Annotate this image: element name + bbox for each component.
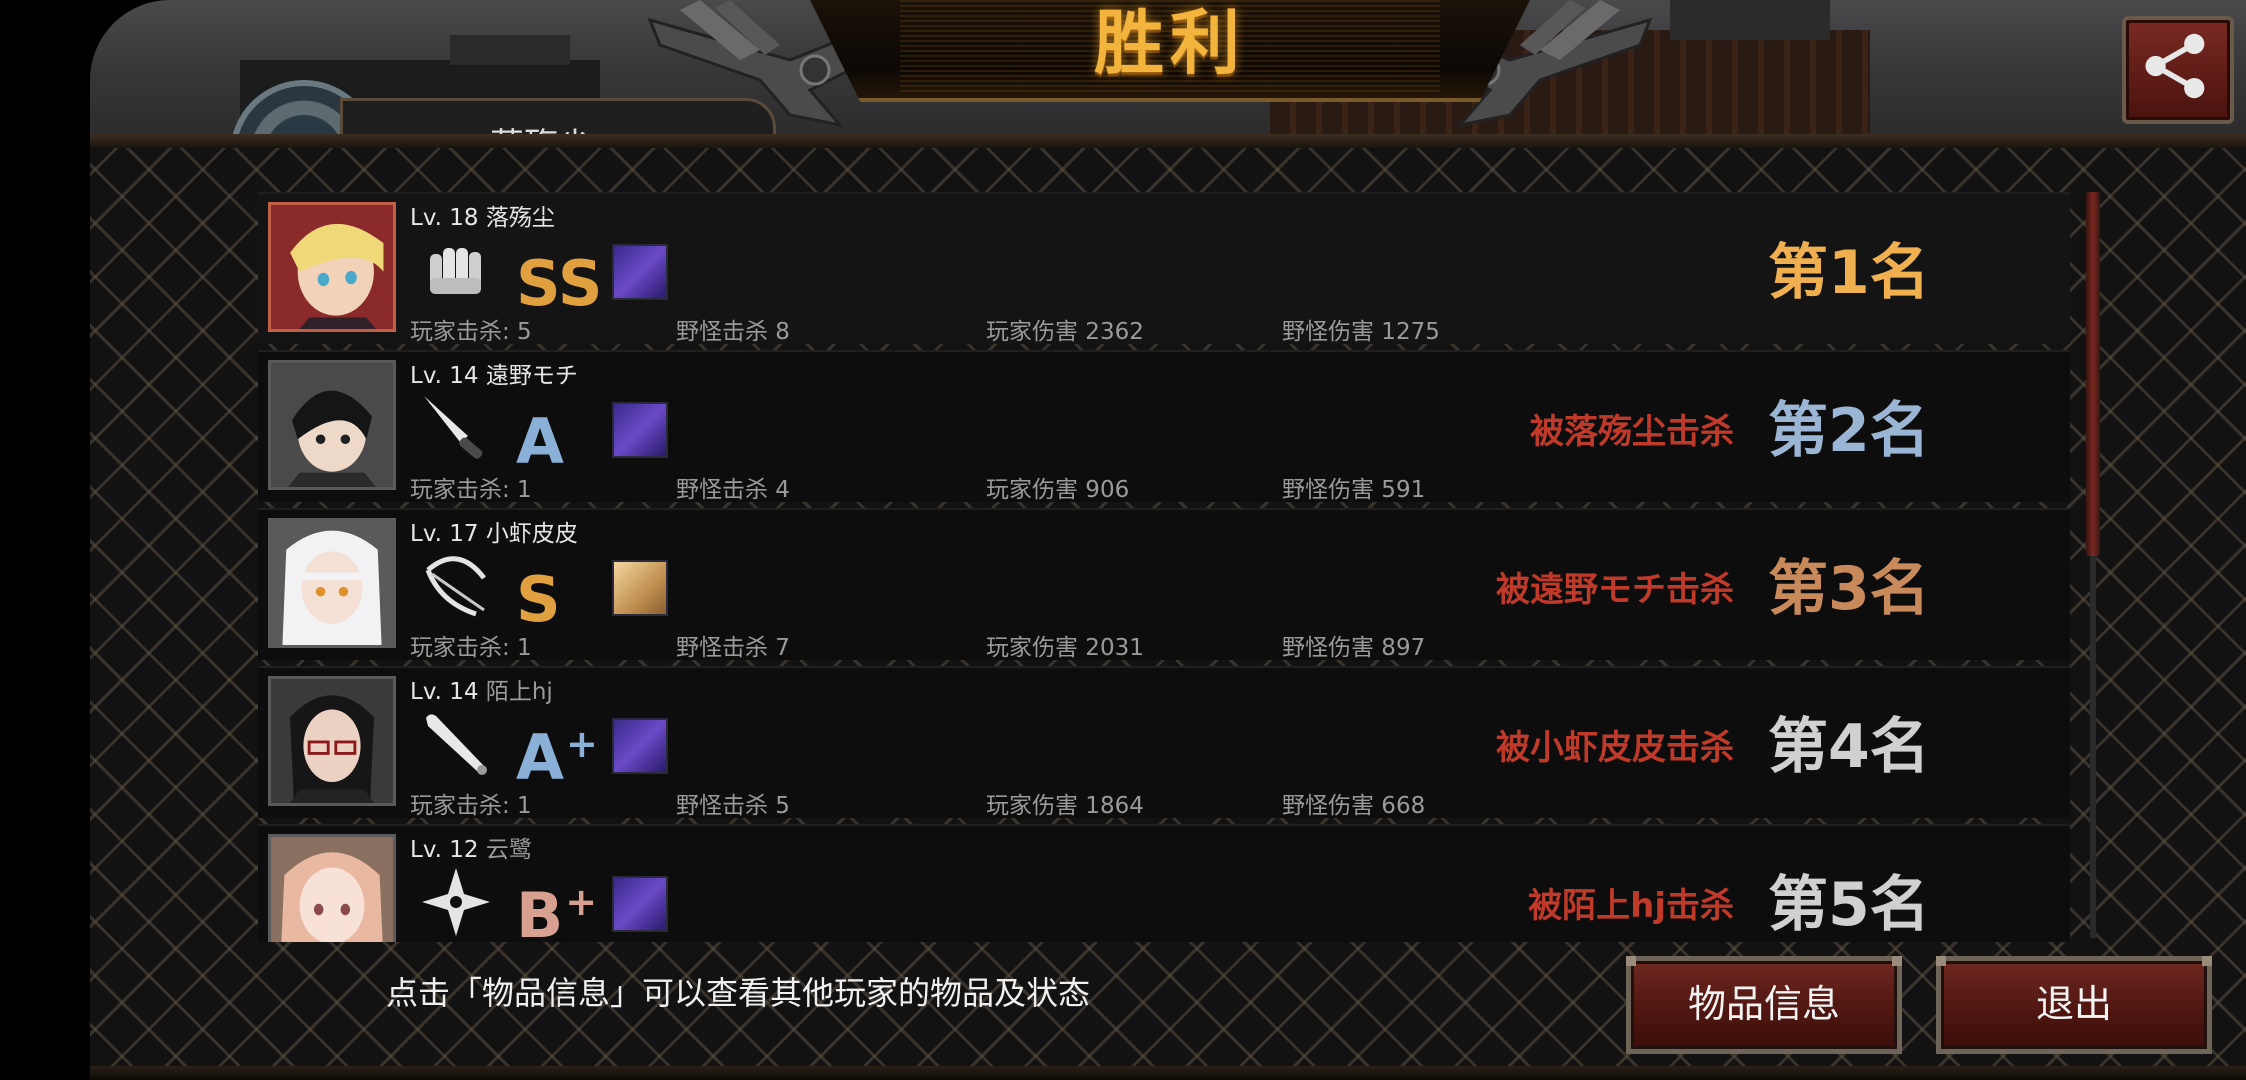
player-level-name: Lv. 14 遠野モチ bbox=[410, 363, 578, 389]
rank-label: 第4名 bbox=[1768, 712, 1930, 782]
result-screen: { "header": { "title": "胜利", "partial_pl… bbox=[0, 0, 2246, 1080]
player-kills-stat: 玩家击杀: 1 bbox=[410, 477, 532, 503]
item-info-button[interactable]: 物品信息 bbox=[1626, 956, 1902, 1054]
monster-damage-stat: 野怪伤害 897 bbox=[1282, 635, 1426, 661]
rank-label: 第2名 bbox=[1768, 396, 1930, 466]
monster-kills-stat: 野怪击杀 5 bbox=[676, 793, 790, 819]
bat-icon bbox=[426, 714, 487, 775]
purple-item-icon[interactable] bbox=[612, 244, 668, 300]
panel-bottom-frame bbox=[90, 1066, 2246, 1080]
purple-item-icon[interactable] bbox=[612, 876, 668, 932]
knife-icon bbox=[424, 396, 483, 459]
player-kills-stat: 玩家击杀: 1 bbox=[410, 635, 532, 661]
monster-kills-stat: 野怪击杀 4 bbox=[676, 477, 790, 503]
player-portrait bbox=[268, 518, 396, 648]
golden-item-icon[interactable] bbox=[612, 560, 668, 616]
player-row[interactable]: Lv. 18 落殇尘 SS 玩家击杀: 5 野怪击杀 8 玩家伤害 2362 野… bbox=[258, 192, 2070, 345]
player-level-name: Lv. 17 小虾皮皮 bbox=[410, 521, 578, 547]
player-damage-stat: 玩家伤害 2031 bbox=[986, 635, 1144, 661]
rank-label: 第1名 bbox=[1768, 238, 1930, 308]
monster-damage-stat: 野怪伤害 591 bbox=[1282, 477, 1426, 503]
grade-badge: SS bbox=[516, 247, 603, 320]
player-damage-stat: 玩家伤害 1864 bbox=[986, 793, 1144, 819]
player-level-name: Lv. 18 落殇尘 bbox=[410, 205, 555, 231]
player-kills-stat: 玩家击杀: 1 bbox=[410, 793, 532, 819]
bow-icon bbox=[425, 556, 486, 617]
scrollbar-thumb[interactable] bbox=[2086, 192, 2100, 556]
killed-by-text: 被落殇尘击杀 bbox=[1530, 412, 1734, 452]
player-level-name: Lv. 12 云鹭 bbox=[410, 837, 532, 863]
killed-by-text: 被陌上hj击杀 bbox=[1528, 886, 1734, 926]
purple-item-icon[interactable] bbox=[612, 718, 668, 774]
rank-label: 第3名 bbox=[1768, 554, 1930, 624]
player-row[interactable]: Lv. 12 云鹭 B+ 被陌上hj击杀 第5名 bbox=[258, 824, 2070, 942]
player-portrait bbox=[268, 360, 396, 490]
player-row[interactable]: Lv. 14 陌上hj A+ 玩家击杀: 1 野怪击杀 5 玩家伤害 1864 … bbox=[258, 666, 2070, 819]
monster-damage-stat: 野怪伤害 1275 bbox=[1282, 319, 1440, 345]
monster-damage-stat: 野怪伤害 668 bbox=[1282, 793, 1426, 819]
player-portrait bbox=[268, 676, 396, 806]
rank-label: 第5名 bbox=[1768, 870, 1930, 940]
player-portrait bbox=[268, 202, 396, 332]
player-ranking-list[interactable]: Lv. 18 落殇尘 SS 玩家击杀: 5 野怪击杀 8 玩家伤害 2362 野… bbox=[258, 192, 2070, 942]
exit-button[interactable]: 退出 bbox=[1936, 956, 2212, 1054]
hint-text: 点击「物品信息」可以查看其他玩家的物品及状态 bbox=[386, 974, 1091, 1012]
grade-badge: A+ bbox=[516, 721, 598, 794]
purple-item-icon[interactable] bbox=[612, 402, 668, 458]
player-level-name: Lv. 14 陌上hj bbox=[410, 679, 553, 705]
player-kills-stat: 玩家击杀: 5 bbox=[410, 319, 532, 345]
share-button[interactable] bbox=[2122, 16, 2234, 124]
grade-badge: B+ bbox=[516, 879, 598, 943]
grade-badge: A bbox=[516, 405, 564, 478]
monster-kills-stat: 野怪击杀 8 bbox=[676, 319, 790, 345]
player-portrait bbox=[268, 834, 396, 942]
share-icon bbox=[2145, 33, 2205, 99]
player-row[interactable]: Lv. 14 遠野モチ A 玩家击杀: 1 野怪击杀 4 玩家伤害 906 野怪… bbox=[258, 350, 2070, 503]
killed-by-text: 被小虾皮皮击杀 bbox=[1496, 728, 1734, 768]
shuriken-icon bbox=[422, 868, 490, 936]
player-damage-stat: 玩家伤害 906 bbox=[986, 477, 1130, 503]
killed-by-text: 被遠野モチ击杀 bbox=[1496, 570, 1734, 610]
monster-kills-stat: 野怪击杀 7 bbox=[676, 635, 790, 661]
grade-badge: S bbox=[516, 563, 561, 636]
page-title: 胜利 bbox=[1094, 2, 1246, 84]
fist-icon bbox=[430, 248, 481, 294]
player-damage-stat: 玩家伤害 2362 bbox=[986, 319, 1144, 345]
player-row[interactable]: Lv. 17 小虾皮皮 S 玩家击杀: 1 野怪击杀 7 玩家伤害 2031 野… bbox=[258, 508, 2070, 661]
